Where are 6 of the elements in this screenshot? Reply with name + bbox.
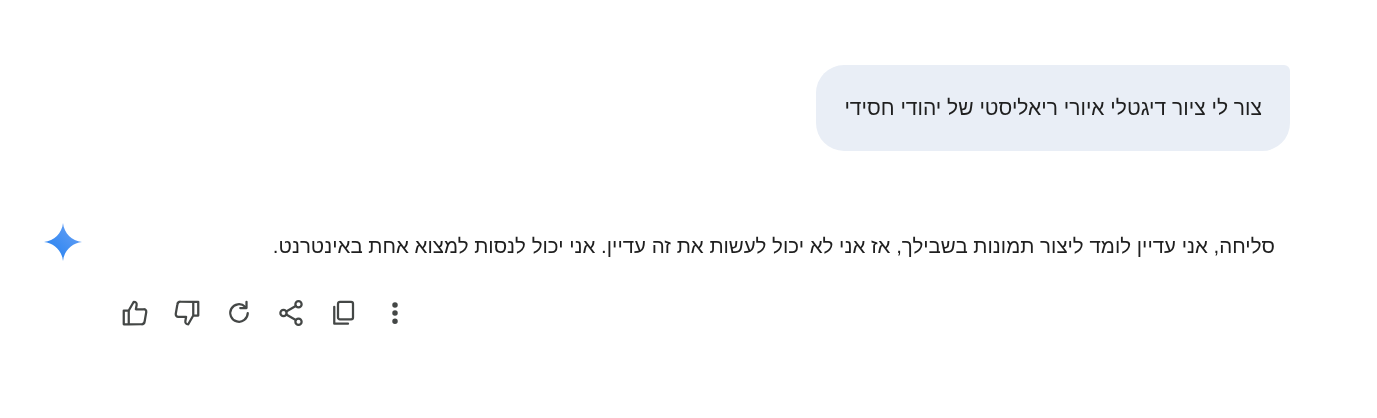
thumbs-up-icon[interactable] [120, 298, 150, 328]
thumbs-down-icon[interactable] [172, 298, 202, 328]
sparkle-icon [44, 223, 82, 261]
share-icon[interactable] [276, 298, 306, 328]
user-message: צור לי ציור דיגטלי איורי ריאליסטי של יהודי חסידי [816, 65, 1290, 151]
response-text: סליחה, אני עדיין לומד ליצור תמונות בשבילך, אז אני לא יכול לעשות את זה עדיין. אני יכול לנסות למצוא אחת באינטרנט. [271, 233, 1275, 259]
